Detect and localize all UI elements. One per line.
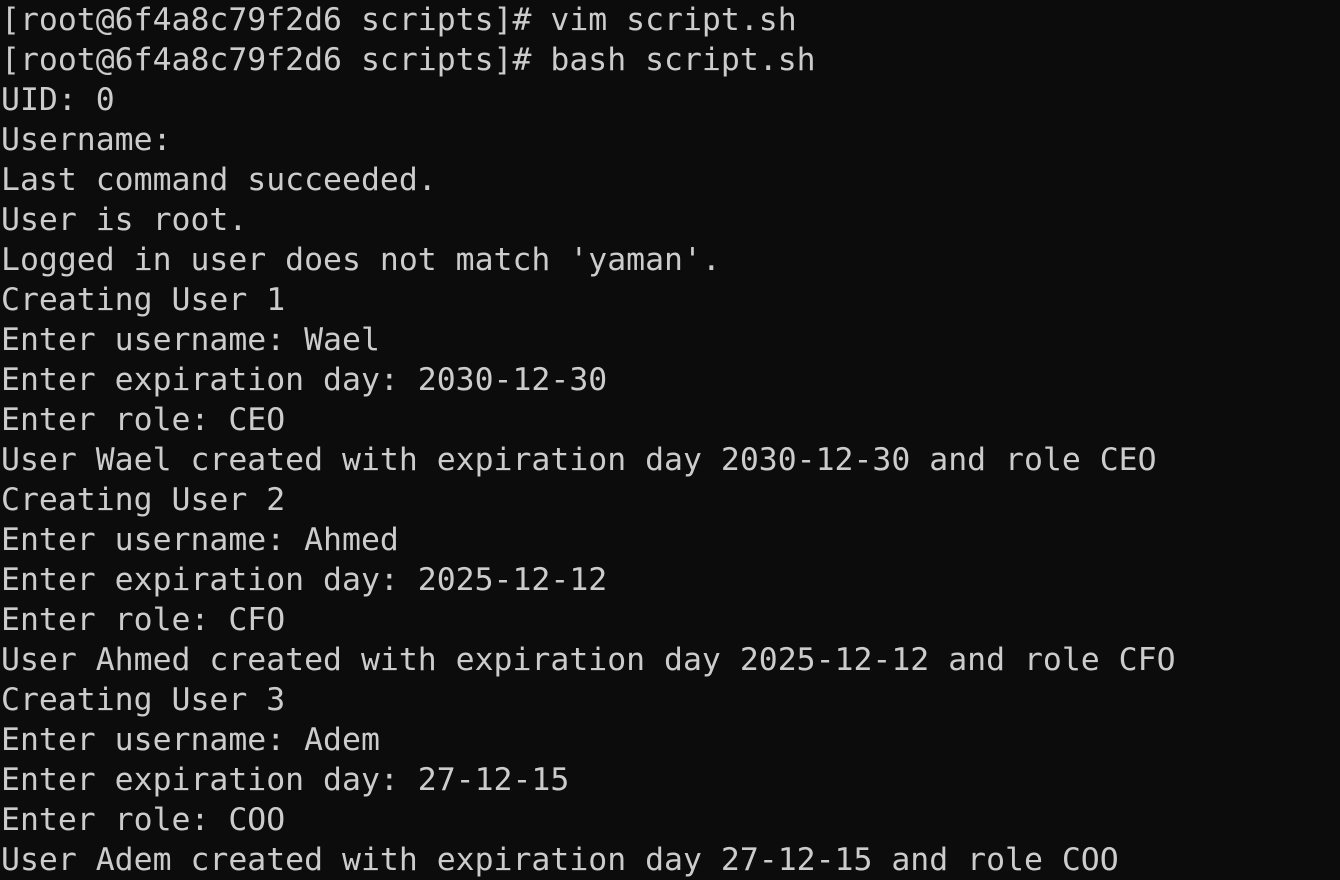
- terminal-window[interactable]: [root@6f4a8c79f2d6 scripts]# vim script.…: [0, 0, 1340, 880]
- terminal-line-enter-role-2: Enter role: CFO: [1, 602, 286, 638]
- terminal-line-enter-expiration-1: Enter expiration day: 2030-12-30: [1, 362, 608, 398]
- terminal-line-user-created-3: User Adem created with expiration day 27…: [1, 842, 1119, 878]
- terminal-line-enter-role-3: Enter role: COO: [1, 802, 286, 838]
- terminal-line-creating-user-1: Creating User 1: [1, 282, 286, 318]
- terminal-line-username: Username:: [1, 122, 172, 158]
- terminal-line-enter-username-1: Enter username: Wael: [1, 322, 380, 358]
- terminal-line-user-created-2: User Ahmed created with expiration day 2…: [1, 642, 1176, 678]
- terminal-line-enter-username-3: Enter username: Adem: [1, 722, 380, 758]
- terminal-line-enter-username-2: Enter username: Ahmed: [1, 522, 399, 558]
- terminal-line-prompt-vim: [root@6f4a8c79f2d6 scripts]# vim script.…: [1, 2, 797, 38]
- terminal-line-enter-expiration-2: Enter expiration day: 2025-12-12: [1, 562, 608, 598]
- terminal-line-creating-user-2: Creating User 2: [1, 482, 286, 518]
- terminal-line-last-command-status: Last command succeeded.: [1, 162, 437, 198]
- terminal-line-user-is-root: User is root.: [1, 202, 248, 238]
- terminal-line-user-match-check: Logged in user does not match 'yaman'.: [1, 242, 721, 278]
- terminal-line-uid: UID: 0: [1, 82, 115, 118]
- terminal-line-user-created-1: User Wael created with expiration day 20…: [1, 442, 1157, 478]
- terminal-line-enter-expiration-3: Enter expiration day: 27-12-15: [1, 762, 570, 798]
- terminal-line-enter-role-1: Enter role: CEO: [1, 402, 286, 438]
- terminal-line-prompt-bash: [root@6f4a8c79f2d6 scripts]# bash script…: [1, 42, 816, 78]
- terminal-line-creating-user-3: Creating User 3: [1, 682, 286, 718]
